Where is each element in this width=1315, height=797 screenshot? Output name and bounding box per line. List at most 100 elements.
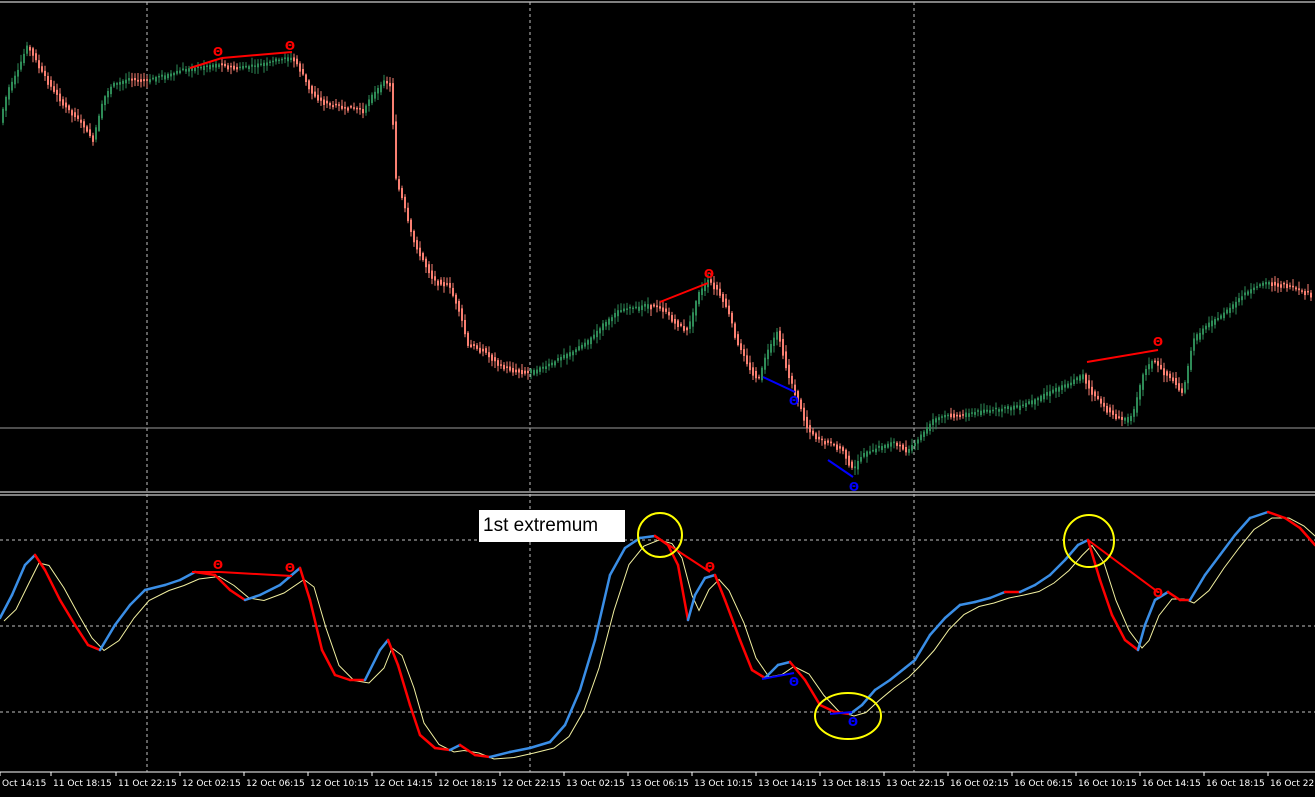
candle-body bbox=[944, 414, 946, 418]
candle-body bbox=[959, 414, 961, 418]
candle-body bbox=[266, 62, 268, 66]
candle-body bbox=[1268, 282, 1270, 285]
candle-body bbox=[728, 305, 730, 315]
candle-body bbox=[1124, 417, 1126, 421]
osc-bear-marker: Θ bbox=[1153, 586, 1163, 600]
candle-body bbox=[614, 312, 616, 318]
oscillator-segment bbox=[1110, 613, 1127, 642]
candle-body bbox=[146, 79, 148, 81]
osc-bear-marker: Θ bbox=[285, 561, 295, 575]
candle-body bbox=[1157, 361, 1159, 366]
candle-body bbox=[89, 129, 91, 136]
candle-body bbox=[671, 315, 673, 322]
candle-body bbox=[311, 85, 313, 94]
time-axis-label: 12 Oct 06:15 bbox=[246, 779, 305, 789]
candle-body bbox=[125, 79, 127, 84]
candle-body bbox=[878, 445, 880, 448]
candle-body bbox=[503, 364, 505, 370]
candle-body bbox=[875, 448, 877, 453]
candle-body bbox=[689, 321, 691, 329]
candle-body bbox=[1091, 386, 1093, 395]
candle-body bbox=[740, 343, 742, 351]
candle-body bbox=[101, 103, 103, 119]
candle-body bbox=[857, 461, 859, 470]
oscillator-segment bbox=[43, 568, 62, 602]
time-axis-label: 11 Oct 18:15 bbox=[53, 779, 112, 789]
candle-body bbox=[143, 79, 145, 82]
candle-body bbox=[1109, 407, 1111, 413]
candle-body bbox=[47, 76, 49, 85]
candle-body bbox=[1079, 375, 1081, 381]
candle-body bbox=[926, 426, 928, 434]
candle-body bbox=[683, 326, 685, 331]
candle-body bbox=[1067, 383, 1069, 388]
candle-body bbox=[1166, 371, 1168, 376]
candle-body bbox=[122, 80, 124, 84]
candle-body bbox=[1163, 368, 1165, 376]
candle-body bbox=[983, 409, 985, 413]
osc-bear-divergence-line bbox=[219, 571, 293, 577]
candle-body bbox=[320, 97, 322, 101]
candle-body bbox=[962, 414, 964, 416]
candle-body bbox=[950, 413, 952, 418]
candle-body bbox=[257, 63, 259, 68]
candle-body bbox=[1076, 377, 1078, 381]
candle-body bbox=[1049, 391, 1051, 397]
oscillator-segment bbox=[713, 573, 727, 602]
candle-body bbox=[596, 330, 598, 338]
candle-body bbox=[1121, 416, 1123, 420]
candle-body bbox=[365, 105, 367, 113]
candle-body bbox=[455, 294, 457, 304]
candle-body bbox=[638, 306, 640, 311]
highlight-circle bbox=[637, 512, 683, 558]
candle-body bbox=[269, 61, 271, 64]
candle-body bbox=[953, 413, 955, 418]
candle-body bbox=[74, 112, 76, 118]
candle-body bbox=[8, 87, 10, 100]
candle-body bbox=[1169, 373, 1171, 379]
candle-body bbox=[1127, 417, 1129, 423]
candle-body bbox=[662, 307, 664, 312]
candle-body bbox=[1184, 382, 1186, 393]
candle-body bbox=[770, 343, 772, 353]
candle-body bbox=[368, 99, 370, 107]
candle-body bbox=[1043, 393, 1045, 400]
candle-body bbox=[242, 65, 244, 69]
candle-body bbox=[371, 94, 373, 104]
osc-bear-marker: Θ bbox=[705, 560, 715, 574]
candle-body bbox=[605, 321, 607, 327]
candle-body bbox=[812, 430, 814, 435]
candle-body bbox=[599, 328, 601, 334]
candle-body bbox=[278, 59, 280, 62]
candle-body bbox=[827, 440, 829, 443]
candle-body bbox=[137, 79, 139, 82]
candle-body bbox=[302, 68, 304, 75]
candle-body bbox=[167, 73, 169, 79]
candle-body bbox=[587, 340, 589, 345]
oscillator-segment bbox=[1218, 533, 1237, 557]
oscillator-segment bbox=[298, 566, 312, 602]
candle-body bbox=[113, 82, 115, 87]
time-axis-label: 12 Oct 14:15 bbox=[374, 779, 433, 789]
candle-body bbox=[1301, 290, 1303, 292]
candle-body bbox=[1265, 282, 1267, 285]
candle-body bbox=[833, 443, 835, 446]
candle-body bbox=[1202, 328, 1204, 335]
oscillator-segment bbox=[1033, 573, 1052, 587]
candle-body bbox=[245, 65, 247, 68]
candle-body bbox=[977, 410, 979, 412]
oscillator-segment bbox=[1266, 510, 1287, 520]
candle-body bbox=[758, 376, 760, 379]
candle-body bbox=[1148, 364, 1150, 370]
candle-body bbox=[434, 276, 436, 281]
candle-body bbox=[314, 91, 316, 97]
price-bear-divergence-line bbox=[659, 282, 709, 303]
candle-body bbox=[1073, 379, 1075, 385]
candle-body bbox=[1010, 407, 1012, 411]
candle-body bbox=[602, 323, 604, 331]
candle-body bbox=[572, 351, 574, 356]
candle-body bbox=[650, 304, 652, 310]
candle-body bbox=[413, 230, 415, 243]
candle-body bbox=[140, 79, 142, 82]
candle-body bbox=[95, 127, 97, 140]
